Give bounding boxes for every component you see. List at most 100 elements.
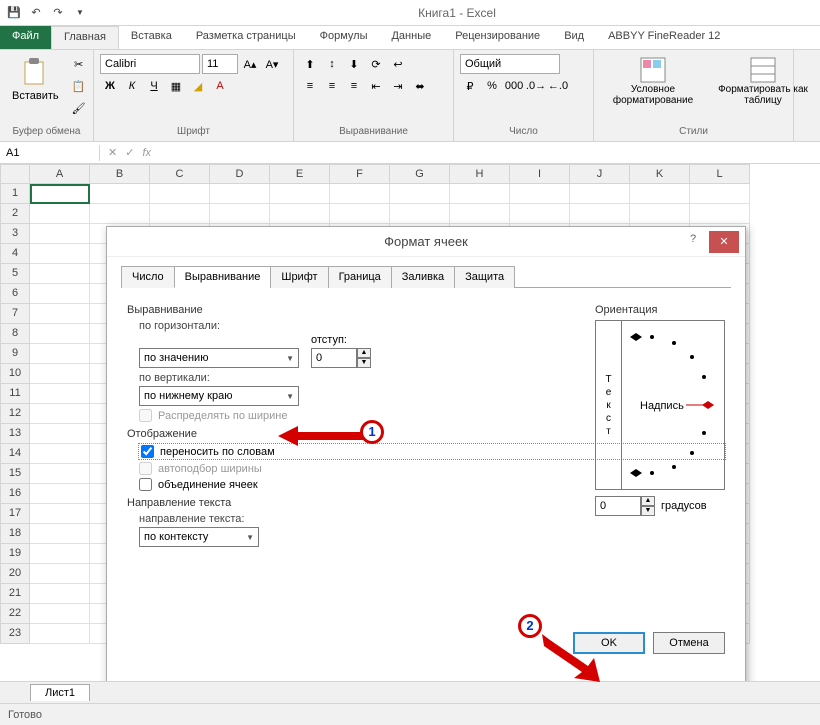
cell[interactable] bbox=[30, 204, 90, 224]
row-header[interactable]: 21 bbox=[0, 584, 30, 604]
cell[interactable] bbox=[330, 204, 390, 224]
format-painter-icon[interactable]: 🖌 bbox=[69, 98, 89, 118]
row-header[interactable]: 12 bbox=[0, 404, 30, 424]
row-header[interactable]: 10 bbox=[0, 364, 30, 384]
tab-border[interactable]: Граница bbox=[328, 266, 392, 288]
col-header[interactable]: E bbox=[270, 164, 330, 184]
align-bottom-icon[interactable]: ⬇ bbox=[344, 54, 364, 74]
cell[interactable] bbox=[90, 184, 150, 204]
col-header[interactable]: D bbox=[210, 164, 270, 184]
paste-button[interactable]: Вставить bbox=[6, 54, 65, 118]
sheet-tab[interactable]: Лист1 bbox=[30, 684, 90, 701]
cell[interactable] bbox=[30, 564, 90, 584]
close-button[interactable]: ✕ bbox=[709, 231, 739, 253]
cell[interactable] bbox=[30, 384, 90, 404]
cell[interactable] bbox=[390, 184, 450, 204]
bold-button[interactable]: Ж bbox=[100, 76, 120, 96]
comma-icon[interactable]: 000 bbox=[504, 76, 524, 96]
cell[interactable] bbox=[210, 184, 270, 204]
select-all-corner[interactable] bbox=[0, 164, 30, 184]
tab-home[interactable]: Главная bbox=[51, 26, 119, 49]
tab-layout[interactable]: Разметка страницы bbox=[184, 26, 308, 49]
tab-number[interactable]: Число bbox=[121, 266, 175, 288]
tab-alignment[interactable]: Выравнивание bbox=[174, 266, 272, 288]
fx-icon[interactable]: fx bbox=[142, 147, 151, 159]
row-header[interactable]: 16 bbox=[0, 484, 30, 504]
col-header[interactable]: F bbox=[330, 164, 390, 184]
help-button[interactable]: ? bbox=[681, 233, 705, 253]
cell[interactable] bbox=[30, 604, 90, 624]
cell[interactable] bbox=[30, 484, 90, 504]
col-header[interactable]: L bbox=[690, 164, 750, 184]
row-header[interactable]: 17 bbox=[0, 504, 30, 524]
orientation-icon[interactable]: ⟳ bbox=[366, 54, 386, 74]
cell[interactable] bbox=[270, 184, 330, 204]
row-header[interactable]: 1 bbox=[0, 184, 30, 204]
cell[interactable] bbox=[30, 224, 90, 244]
row-header[interactable]: 18 bbox=[0, 524, 30, 544]
align-right-icon[interactable]: ≡ bbox=[344, 76, 364, 96]
cut-icon[interactable]: ✂ bbox=[69, 54, 89, 74]
col-header[interactable]: I bbox=[510, 164, 570, 184]
cell[interactable] bbox=[30, 284, 90, 304]
cell[interactable] bbox=[390, 204, 450, 224]
cell[interactable] bbox=[30, 544, 90, 564]
tab-abbyy[interactable]: ABBYY FineReader 12 bbox=[596, 26, 732, 49]
tab-formulas[interactable]: Формулы bbox=[308, 26, 380, 49]
row-header[interactable]: 5 bbox=[0, 264, 30, 284]
cell[interactable] bbox=[30, 584, 90, 604]
font-size-select[interactable] bbox=[202, 54, 238, 74]
tab-view[interactable]: Вид bbox=[552, 26, 596, 49]
row-header[interactable]: 4 bbox=[0, 244, 30, 264]
col-header[interactable]: H bbox=[450, 164, 510, 184]
wrap-text-icon[interactable]: ↩ bbox=[388, 54, 408, 74]
cell[interactable] bbox=[30, 304, 90, 324]
row-header[interactable]: 3 bbox=[0, 224, 30, 244]
cell[interactable] bbox=[150, 184, 210, 204]
cell[interactable] bbox=[270, 204, 330, 224]
cell[interactable] bbox=[30, 324, 90, 344]
col-header[interactable]: C bbox=[150, 164, 210, 184]
italic-button[interactable]: К bbox=[122, 76, 142, 96]
name-box[interactable]: A1 bbox=[0, 145, 100, 161]
cell[interactable] bbox=[690, 204, 750, 224]
cell[interactable] bbox=[30, 364, 90, 384]
fill-color-button[interactable]: ◢ bbox=[188, 76, 208, 96]
redo-icon[interactable]: ↷ bbox=[50, 5, 66, 21]
row-header[interactable]: 23 bbox=[0, 624, 30, 644]
cell[interactable] bbox=[30, 504, 90, 524]
row-header[interactable]: 2 bbox=[0, 204, 30, 224]
row-header[interactable]: 6 bbox=[0, 284, 30, 304]
vertical-align-combo[interactable]: по нижнему краю▼ bbox=[139, 386, 299, 406]
cell[interactable] bbox=[30, 424, 90, 444]
row-header[interactable]: 19 bbox=[0, 544, 30, 564]
increase-decimal-icon[interactable]: .0→ bbox=[526, 76, 546, 96]
indent-spinner[interactable]: ▲▼ bbox=[311, 348, 371, 368]
cell[interactable] bbox=[510, 184, 570, 204]
currency-icon[interactable]: ₽ bbox=[460, 76, 480, 96]
tab-fill[interactable]: Заливка bbox=[391, 266, 455, 288]
cell[interactable] bbox=[210, 204, 270, 224]
row-header[interactable]: 9 bbox=[0, 344, 30, 364]
col-header[interactable]: G bbox=[390, 164, 450, 184]
cell[interactable] bbox=[570, 204, 630, 224]
underline-button[interactable]: Ч bbox=[144, 76, 164, 96]
decrease-indent-icon[interactable]: ⇤ bbox=[366, 76, 386, 96]
col-header[interactable]: A bbox=[30, 164, 90, 184]
cell[interactable] bbox=[570, 184, 630, 204]
font-color-button[interactable]: A bbox=[210, 76, 230, 96]
conditional-formatting-button[interactable]: Условное форматирование bbox=[600, 54, 706, 108]
percent-icon[interactable]: % bbox=[482, 76, 502, 96]
copy-icon[interactable]: 📋 bbox=[69, 76, 89, 96]
tab-protection[interactable]: Защита bbox=[454, 266, 515, 288]
cell[interactable] bbox=[510, 204, 570, 224]
align-middle-icon[interactable]: ↕ bbox=[322, 54, 342, 74]
tab-font[interactable]: Шрифт bbox=[270, 266, 328, 288]
cell[interactable] bbox=[30, 404, 90, 424]
row-header[interactable]: 11 bbox=[0, 384, 30, 404]
cancel-button[interactable]: Отмена bbox=[653, 632, 725, 654]
tab-file[interactable]: Файл bbox=[0, 26, 51, 49]
col-header[interactable]: J bbox=[570, 164, 630, 184]
cell[interactable] bbox=[450, 204, 510, 224]
text-direction-combo[interactable]: по контексту▼ bbox=[139, 527, 259, 547]
